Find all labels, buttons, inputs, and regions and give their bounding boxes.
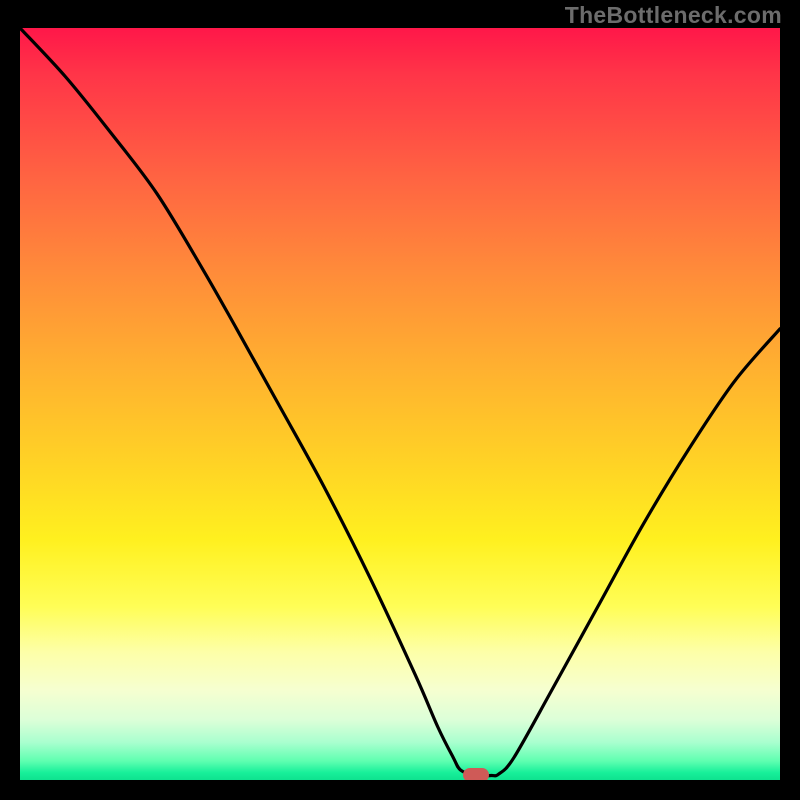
optimal-marker (463, 768, 489, 780)
curve-svg (20, 28, 780, 780)
attribution-label: TheBottleneck.com (565, 2, 782, 29)
bottleneck-curve (20, 28, 780, 776)
chart-frame: TheBottleneck.com (0, 0, 800, 800)
plot-area (20, 28, 780, 780)
